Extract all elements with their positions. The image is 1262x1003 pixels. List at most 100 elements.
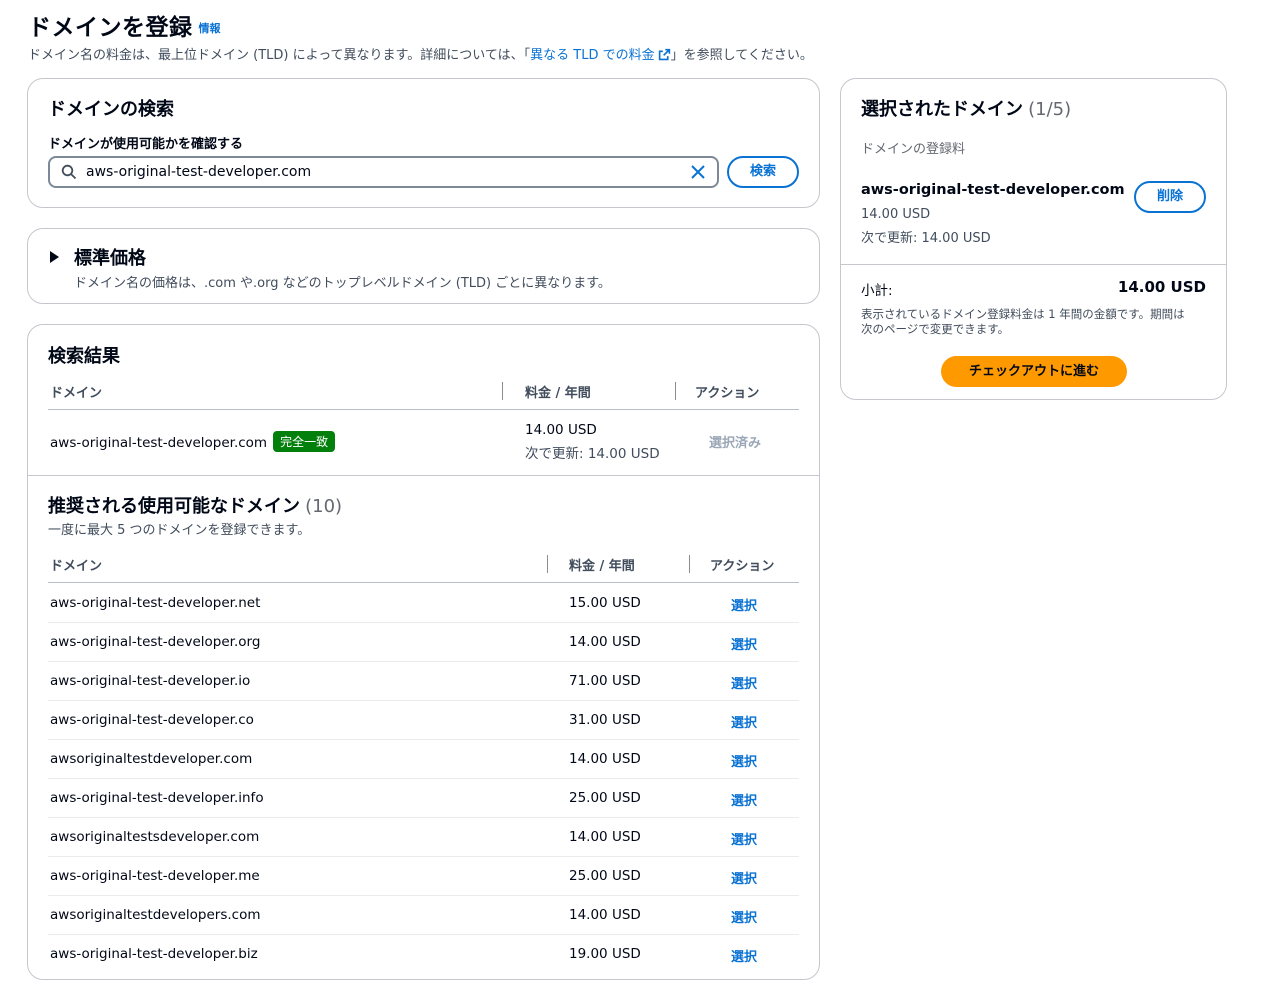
suggested-domain: awsoriginaltestdevelopers.com [50, 907, 261, 923]
row-divider [48, 895, 799, 896]
tld-pricing-link[interactable]: 異なる TLD での料金 [530, 48, 670, 63]
page-description-text: ドメイン名の料金は、最上位ドメイン (TLD) によって異なります。詳細について… [28, 48, 531, 63]
results-title: 検索結果 [48, 346, 120, 367]
clear-icon[interactable] [689, 163, 707, 181]
select-button[interactable]: 選択 [731, 673, 757, 692]
row-divider [48, 739, 799, 740]
header-divider [48, 409, 799, 410]
selected-domains-card: 選択されたドメイン (1/5) ドメインの登録料 aws-original-te… [840, 78, 1227, 400]
search-input-value[interactable]: aws-original-test-developer.com [86, 164, 311, 180]
column-divider [689, 555, 690, 573]
info-link[interactable]: 情報 [199, 22, 221, 35]
selected-button[interactable]: 選択済み [709, 432, 761, 451]
domain-search-input[interactable]: aws-original-test-developer.com [48, 156, 719, 188]
selected-domain-price: 14.00 USD [861, 207, 931, 222]
page-description-tail: 」を参照してください。 [670, 48, 813, 63]
pricing-title[interactable]: 標準価格 [74, 244, 146, 270]
suggested-domain: aws-original-test-developer.org [50, 634, 261, 650]
select-button[interactable]: 選択 [731, 595, 757, 614]
search-icon [61, 164, 77, 180]
col-header-action: アクション [710, 559, 775, 574]
select-button[interactable]: 選択 [731, 751, 757, 770]
select-button[interactable]: 選択 [731, 829, 757, 848]
page-description: ドメイン名の料金は、最上位ドメイン (TLD) によって異なります。詳細について… [28, 44, 813, 63]
domain-search-card: ドメインの検索 ドメインが使用可能かを確認する aws-original-tes… [27, 78, 820, 208]
suggested-title-text: 推奨される使用可能なドメイン [48, 496, 300, 517]
column-divider [547, 555, 548, 573]
suggested-domain: aws-original-test-developer.info [50, 790, 264, 806]
suggested-price: 14.00 USD [569, 751, 641, 767]
row-divider [48, 700, 799, 701]
select-button[interactable]: 選択 [731, 946, 757, 965]
suggested-count: (10) [305, 496, 343, 517]
col-header-domain[interactable]: ドメイン [50, 382, 102, 401]
result-price: 14.00 USD [525, 422, 597, 438]
result-renewal: 次で更新: 14.00 USD [525, 446, 660, 462]
section-divider [28, 475, 819, 476]
search-card-title: ドメインの検索 [48, 99, 174, 120]
result-domain-text: aws-original-test-developer.com [50, 435, 268, 451]
exact-match-badge: 完全一致 [273, 431, 336, 452]
suggested-price: 71.00 USD [569, 673, 641, 689]
subtotal-value: 14.00 USD [1117, 278, 1206, 296]
fee-note-line1: 表示されているドメイン登録料金は 1 年間の金額です。期間は [861, 307, 1185, 321]
caret-right-icon[interactable] [50, 251, 59, 263]
suggested-price: 25.00 USD [569, 868, 641, 884]
suggested-domain: aws-original-test-developer.biz [50, 946, 258, 962]
suggested-title: 推奨される使用可能なドメイン (10) [48, 492, 342, 518]
suggested-price: 25.00 USD [569, 790, 641, 806]
suggested-price: 31.00 USD [569, 712, 641, 728]
select-button[interactable]: 選択 [731, 712, 757, 731]
fee-note-line2: 次のページで変更できます。 [861, 322, 1010, 336]
search-button[interactable]: 検索 [727, 156, 799, 188]
result-domain: aws-original-test-developer.com 完全一致 [50, 431, 336, 452]
select-button[interactable]: 選択 [731, 907, 757, 926]
suggested-price: 19.00 USD [569, 946, 641, 962]
registration-fee-label: ドメインの登録料 [861, 142, 966, 157]
selected-title: 選択されたドメイン (1/5) [861, 95, 1071, 121]
section-divider [841, 264, 1226, 265]
checkout-button[interactable]: チェックアウトに進む [941, 356, 1127, 387]
row-divider [48, 856, 799, 857]
suggested-description: 一度に最大 5 つのドメインを登録できます。 [48, 523, 311, 538]
suggested-price: 15.00 USD [569, 595, 641, 611]
row-divider [48, 817, 799, 818]
suggested-domain: awsoriginaltestsdeveloper.com [50, 829, 260, 845]
suggested-domain: aws-original-test-developer.me [50, 868, 260, 884]
standard-pricing-card[interactable]: 標準価格 ドメイン名の価格は、.com や.org などのトップレベルドメイン … [27, 228, 820, 304]
header-divider [48, 582, 799, 583]
tld-pricing-link-label[interactable]: 異なる TLD での料金 [530, 48, 654, 63]
row-divider [48, 661, 799, 662]
select-button[interactable]: 選択 [731, 790, 757, 809]
page-header: ドメインを登録 情報 [28, 8, 221, 42]
suggested-price: 14.00 USD [569, 634, 641, 650]
row-divider [48, 934, 799, 935]
column-divider [675, 382, 676, 400]
selected-domain-name: aws-original-test-developer.com [861, 182, 1125, 198]
suggested-domain: aws-original-test-developer.net [50, 595, 261, 611]
col-header-domain[interactable]: ドメイン [50, 555, 102, 574]
suggested-price: 14.00 USD [569, 829, 641, 845]
row-divider [48, 778, 799, 779]
subtotal-label: 小計: [861, 283, 893, 299]
col-header-price[interactable]: 料金 / 年間 [525, 382, 591, 401]
column-divider [502, 382, 503, 400]
select-button[interactable]: 選択 [731, 634, 757, 653]
col-header-action: アクション [695, 386, 760, 401]
search-field-label: ドメインが使用可能かを確認する [48, 137, 244, 152]
pricing-description: ドメイン名の価格は、.com や.org などのトップレベルドメイン (TLD)… [74, 276, 611, 291]
suggested-domain: awsoriginaltestdeveloper.com [50, 751, 253, 767]
col-header-price[interactable]: 料金 / 年間 [569, 555, 635, 574]
row-divider [48, 622, 799, 623]
selected-count: (1/5) [1028, 99, 1072, 120]
page-title: ドメインを登録 [28, 15, 193, 41]
suggested-domain: aws-original-test-developer.io [50, 673, 251, 689]
suggested-domain: aws-original-test-developer.co [50, 712, 254, 728]
external-link-icon[interactable] [658, 48, 671, 61]
select-button[interactable]: 選択 [731, 868, 757, 887]
selected-domain-renewal: 次で更新: 14.00 USD [861, 231, 991, 246]
remove-button[interactable]: 削除 [1134, 181, 1206, 213]
suggested-price: 14.00 USD [569, 907, 641, 923]
search-results-card: 検索結果 ドメイン 料金 / 年間 アクション aws-original-tes… [27, 324, 820, 980]
selected-title-text: 選択されたドメイン [861, 99, 1023, 120]
